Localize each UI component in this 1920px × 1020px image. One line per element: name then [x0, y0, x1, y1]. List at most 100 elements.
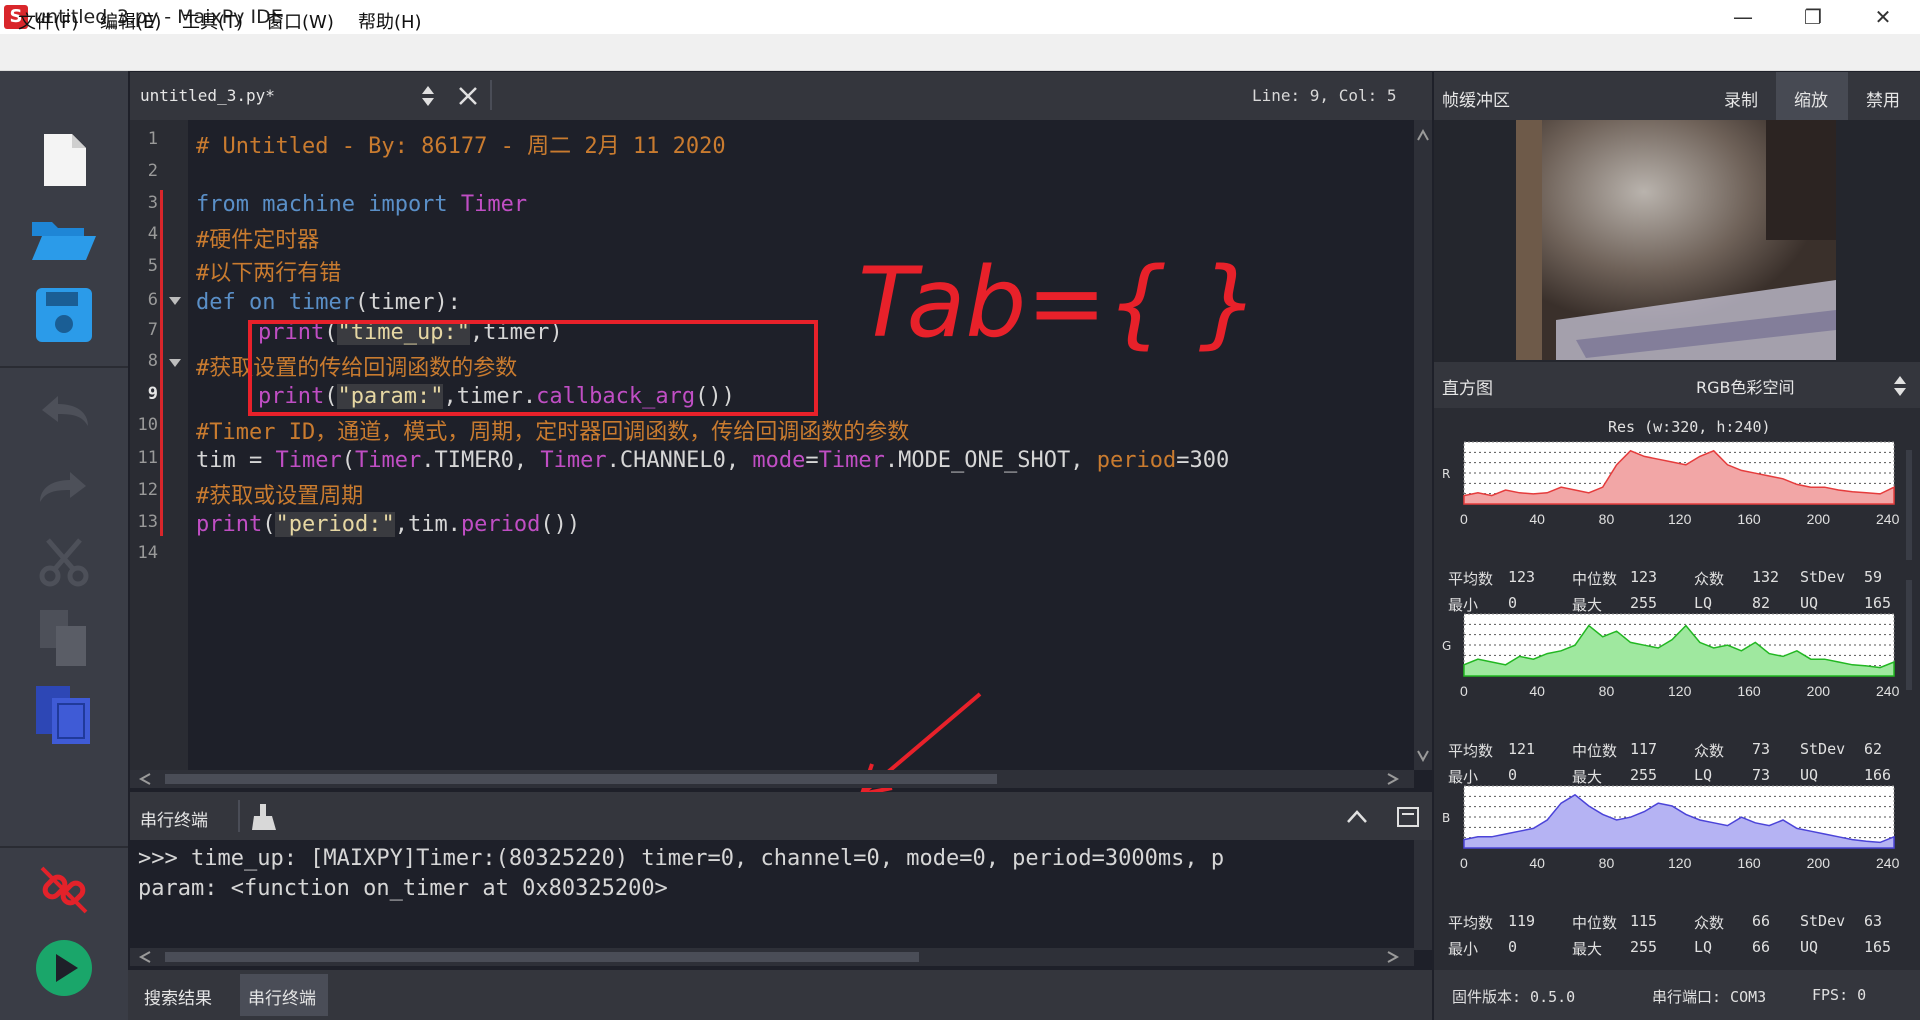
histogram-scrollbar[interactable] [1906, 580, 1912, 690]
maximize-button[interactable]: ❐ [1778, 0, 1848, 34]
open-folder-icon[interactable] [30, 214, 98, 264]
copy-icon[interactable] [36, 606, 92, 670]
x-tick-label: 160 [1737, 855, 1761, 871]
save-icon[interactable] [34, 286, 94, 344]
colorspace-select[interactable]: RGB色彩空间 [1696, 374, 1795, 398]
stat-value: 132 [1752, 568, 1780, 586]
scrollbar-thumb[interactable] [165, 774, 997, 784]
x-tick-label: 160 [1737, 511, 1761, 527]
x-tick-label: 240 [1876, 683, 1900, 699]
menu-file[interactable]: 文件(F) [18, 8, 78, 34]
x-tick-label: 80 [1599, 855, 1615, 871]
code-text: tim = [196, 448, 276, 473]
terminal-line: >>> time_up: [MAIXPY]Timer:(80325220) ti… [138, 846, 1225, 871]
paste-icon[interactable] [34, 684, 94, 746]
fold-arrow-icon[interactable] [168, 358, 182, 368]
stat-label: StDev [1800, 568, 1846, 586]
fold-arrow-icon[interactable] [168, 296, 182, 306]
x-tick-label: 200 [1807, 511, 1831, 527]
x-tick-label: 120 [1668, 855, 1692, 871]
clear-terminal-icon[interactable] [250, 802, 280, 832]
undo-icon[interactable] [36, 390, 92, 430]
stat-label: 众数 [1694, 742, 1725, 760]
menu-help[interactable]: 帮助(H) [358, 8, 422, 34]
line-number: 11 [137, 448, 158, 468]
disable-button[interactable]: 禁用 [1866, 86, 1900, 111]
code-keyword: import [368, 192, 448, 217]
editor-vertical-scrollbar[interactable] [1414, 120, 1432, 770]
line-number: 6 [147, 290, 158, 310]
line-number: 5 [147, 256, 158, 276]
histogram-scrollbar[interactable] [1906, 450, 1912, 560]
stat-label: 最大 [1572, 596, 1603, 614]
stat-value: 62 [1864, 740, 1883, 758]
stat-label: LQ [1694, 594, 1713, 612]
code-line-10: #Timer ID，通道，模式，周期，定时器回调函数，传给回调函数的参数 [196, 414, 909, 446]
close-tab-icon[interactable] [456, 84, 480, 108]
tab-serial-terminal[interactable]: 串行终端 [248, 984, 316, 1009]
cut-icon[interactable] [38, 536, 90, 588]
terminal-line: param: <function on_timer at 0x80325200> [138, 876, 668, 901]
code-function-name: on timer [235, 290, 355, 315]
code-comment: #以下两行有错 [196, 261, 342, 286]
x-tick-label: 120 [1668, 683, 1692, 699]
stat-value: 255 [1630, 938, 1658, 956]
terminal-title: 串行终端 [140, 811, 208, 831]
scrollbar-thumb[interactable] [165, 952, 919, 962]
code-line-1: # Untitled - By: 86177 - 周二 2月 11 2020 [196, 128, 726, 160]
run-icon[interactable] [34, 938, 94, 998]
scroll-left-arrow-icon[interactable] [138, 950, 152, 964]
new-file-icon[interactable] [38, 132, 90, 190]
scroll-right-arrow-icon[interactable] [1386, 950, 1400, 964]
stat-label: 众数 [1694, 914, 1725, 932]
histogram-charts: R 0 40 80 120 160 200 240 G 0 40 80 120 160 200 240 B 0 40… [1442, 441, 1912, 871]
stat-value: 59 [1864, 568, 1883, 586]
scroll-left-arrow-icon[interactable] [138, 772, 152, 786]
code-keyword: def [196, 290, 236, 315]
code-text: =300 [1176, 448, 1230, 473]
code-keyword-arg: period [1096, 448, 1177, 473]
menu-tools[interactable]: 工具(T) [182, 8, 243, 34]
menu-edit[interactable]: 编辑(E) [100, 8, 161, 34]
disconnect-icon[interactable] [36, 862, 92, 918]
stat-label: 中位数 [1572, 570, 1618, 588]
stat-value: 66 [1752, 912, 1771, 930]
cursor-position: Line: 9, Col: 5 [1252, 86, 1397, 105]
close-button[interactable]: ✕ [1848, 0, 1918, 34]
stat-label: 中位数 [1572, 914, 1618, 932]
x-tick-label: 80 [1599, 683, 1615, 699]
line-number: 7 [147, 320, 158, 340]
dropdown-arrows-icon[interactable] [1892, 374, 1908, 398]
stat-value: 117 [1630, 740, 1658, 758]
stat-label: 最小 [1448, 768, 1479, 786]
x-tick-label: 200 [1807, 855, 1831, 871]
stat-label: 平均数 [1448, 742, 1494, 760]
stat-value: 255 [1630, 594, 1658, 612]
toolbar-divider [0, 846, 128, 848]
stat-value: 0 [1508, 594, 1518, 612]
stat-label: StDev [1800, 740, 1846, 758]
code-class: Timer [354, 448, 422, 473]
code-line-12: #获取或设置周期 [196, 478, 363, 510]
minimize-button[interactable]: — [1708, 0, 1778, 34]
zoom-button[interactable]: 缩放 [1794, 86, 1828, 111]
tab-switch-arrows-icon[interactable] [420, 84, 436, 108]
tab-search-results[interactable]: 搜索结果 [144, 984, 212, 1009]
collapse-up-icon[interactable] [1346, 808, 1368, 826]
code-text: = [805, 448, 819, 473]
menu-bar [0, 34, 1920, 71]
redo-icon[interactable] [36, 466, 92, 506]
file-tab[interactable]: untitled_3.py* [140, 86, 275, 105]
scroll-up-arrow-icon[interactable] [1416, 128, 1430, 142]
line-number: 10 [137, 415, 158, 435]
menu-window[interactable]: 窗口(W) [266, 8, 334, 34]
code-line-5: #以下两行有错 [196, 255, 341, 287]
record-button[interactable]: 录制 [1724, 86, 1758, 111]
scroll-down-arrow-icon[interactable] [1416, 748, 1430, 762]
scroll-right-arrow-icon[interactable] [1386, 772, 1400, 786]
histogram-header [1434, 362, 1920, 408]
maximize-panel-icon[interactable] [1396, 806, 1420, 828]
stat-value: 165 [1864, 594, 1892, 612]
terminal-vertical-scrollbar[interactable] [1414, 840, 1432, 950]
stat-value: 123 [1508, 568, 1536, 586]
